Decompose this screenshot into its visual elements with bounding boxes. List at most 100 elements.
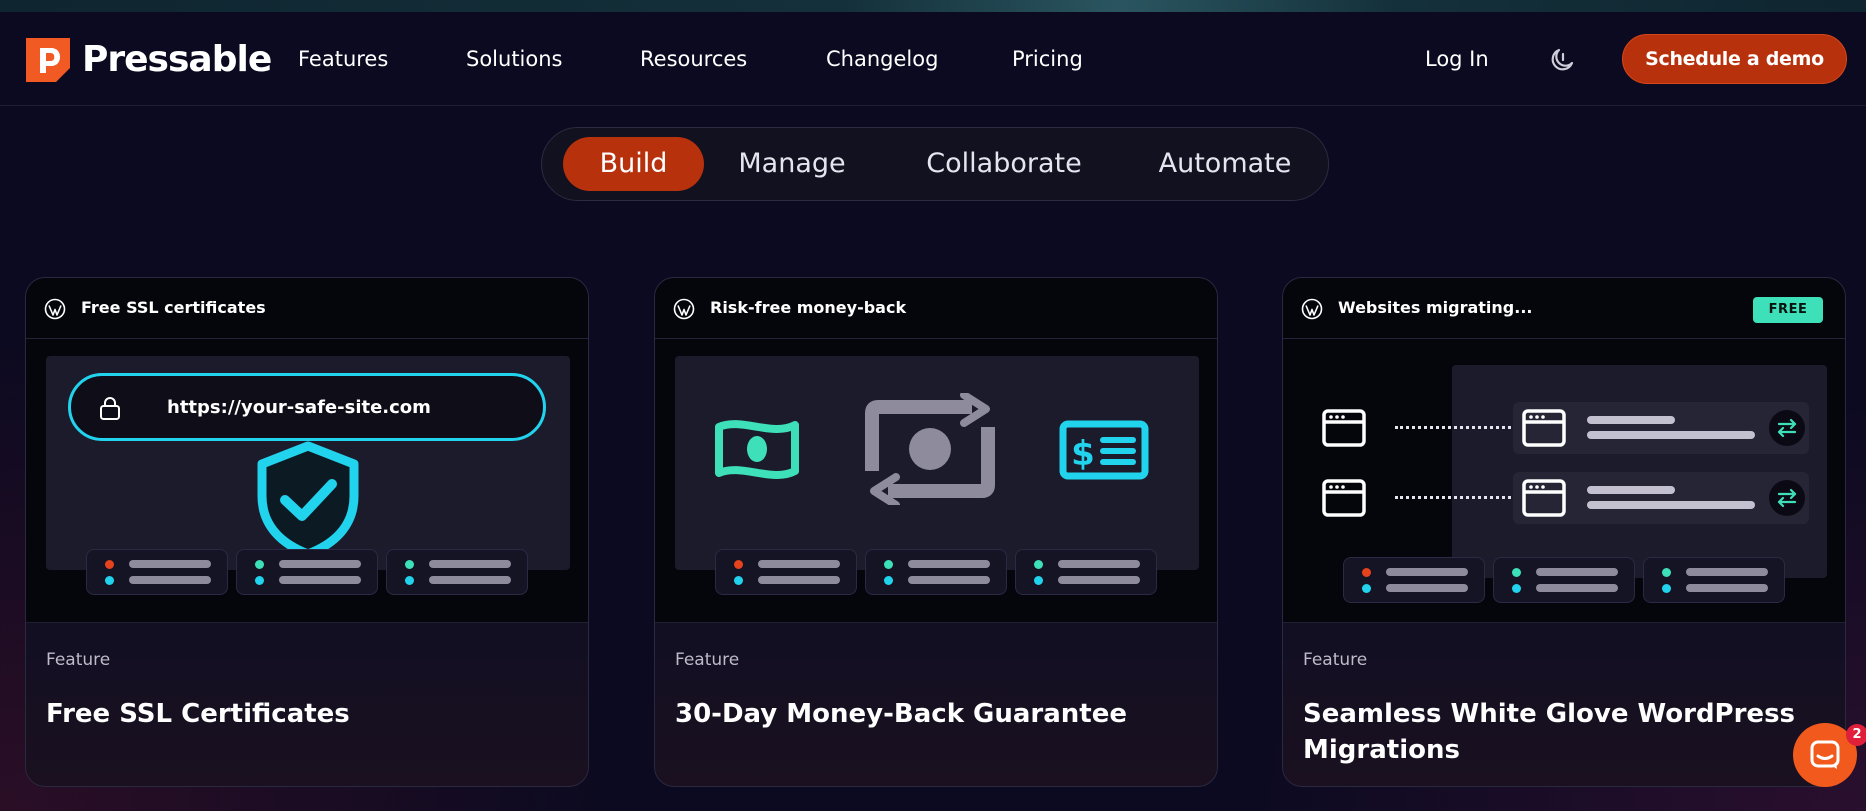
placeholder-line <box>1587 486 1675 494</box>
migration-row <box>1513 472 1809 524</box>
logo-wordmark: Pressable <box>82 39 272 80</box>
status-dot <box>734 560 743 569</box>
chat-unread-badge: 2 <box>1846 724 1866 746</box>
status-dot <box>405 576 414 585</box>
placeholder-line <box>1587 501 1755 509</box>
card-title: Free SSL Certificates <box>46 699 350 729</box>
placeholder-line <box>129 560 211 568</box>
nav-item-solutions[interactable]: Solutions <box>466 44 563 74</box>
swap-arrows-icon <box>1769 410 1805 446</box>
schedule-demo-button[interactable]: Schedule a demo <box>1622 34 1847 84</box>
card-header-title: Free SSL certificates <box>81 298 266 317</box>
card-visual: Websites migrating... FREE <box>1283 278 1845 623</box>
placeholder-line <box>279 576 361 584</box>
site-header: Pressable Features Solutions Resources C… <box>0 12 1866 106</box>
logo[interactable]: Pressable <box>26 38 272 82</box>
placeholder-line <box>1536 584 1618 592</box>
pressable-logo-icon <box>26 38 70 82</box>
status-dot <box>105 560 114 569</box>
tab-automate[interactable]: Automate <box>1130 137 1320 191</box>
status-dot <box>884 576 893 585</box>
status-dot <box>1512 584 1521 593</box>
chat-icon <box>1810 740 1840 769</box>
status-dot <box>884 560 893 569</box>
status-dot <box>1662 584 1671 593</box>
status-dot <box>255 560 264 569</box>
placeholder-line <box>129 576 211 584</box>
placeholder-line <box>1058 576 1140 584</box>
placeholder-line <box>1686 568 1768 576</box>
top-accent-bar <box>0 0 1866 12</box>
placeholder-line <box>429 576 511 584</box>
card-eyebrow: Feature <box>46 650 111 670</box>
status-dot <box>255 576 264 585</box>
shield-check-icon <box>257 441 359 559</box>
nav-item-pricing[interactable]: Pricing <box>1012 44 1083 74</box>
svg-text:$: $ <box>1071 434 1095 474</box>
server-block <box>715 549 857 595</box>
status-dot <box>734 576 743 585</box>
browser-window-icon <box>1322 479 1366 517</box>
moon-icon[interactable] <box>1549 45 1577 73</box>
placeholder-line <box>1386 568 1468 576</box>
tab-build[interactable]: Build <box>563 137 704 191</box>
wordpress-icon <box>1301 298 1323 320</box>
free-badge: FREE <box>1753 297 1823 323</box>
lock-icon <box>100 397 120 420</box>
url-text: https://your-safe-site.com <box>167 397 431 418</box>
status-dot <box>1362 584 1371 593</box>
server-block <box>386 549 528 595</box>
placeholder-line <box>908 576 990 584</box>
wordpress-icon <box>673 298 695 320</box>
card-eyebrow: Feature <box>1303 650 1368 670</box>
placeholder-line <box>1058 560 1140 568</box>
status-dot <box>1034 576 1043 585</box>
server-block <box>865 549 1007 595</box>
feature-card-migrations[interactable]: Websites migrating... FREE Feature Seaml… <box>1282 277 1846 787</box>
card-title: Seamless White Glove WordPress Migration… <box>1303 699 1796 765</box>
placeholder-line <box>1587 431 1755 439</box>
migration-row <box>1513 402 1809 454</box>
exchange-arrows-icon <box>865 393 995 505</box>
placeholder-line <box>429 560 511 568</box>
tab-collaborate[interactable]: Collaborate <box>904 137 1104 191</box>
wordpress-icon <box>44 298 66 320</box>
nav-item-resources[interactable]: Resources <box>640 44 747 74</box>
server-block <box>1343 557 1485 603</box>
nav-item-features[interactable]: Features <box>298 44 388 74</box>
status-dot <box>1034 560 1043 569</box>
status-dot <box>1662 568 1671 577</box>
tab-manage[interactable]: Manage <box>722 137 862 191</box>
server-block <box>1015 549 1157 595</box>
status-dot <box>1362 568 1371 577</box>
browser-window-icon <box>1522 409 1566 447</box>
card-header-title: Websites migrating... <box>1338 298 1533 317</box>
login-link[interactable]: Log In <box>1425 44 1489 74</box>
nav-item-changelog[interactable]: Changelog <box>826 44 938 74</box>
card-header: Free SSL certificates <box>26 278 588 339</box>
money-icon <box>715 420 799 479</box>
placeholder-line <box>908 560 990 568</box>
dollar-bill-icon: $ <box>1059 420 1149 480</box>
migration-dotted-line <box>1395 426 1511 429</box>
browser-window-icon <box>1322 409 1366 447</box>
swap-arrows-icon <box>1769 480 1805 516</box>
card-eyebrow: Feature <box>675 650 740 670</box>
server-block <box>86 549 228 595</box>
server-block <box>1493 557 1635 603</box>
feature-tabs: Build Manage Collaborate Automate <box>541 127 1329 201</box>
feature-card-ssl[interactable]: Free SSL certificates https://your-safe-… <box>25 277 589 787</box>
placeholder-line <box>1536 568 1618 576</box>
card-title: 30-Day Money-Back Guarantee <box>675 699 1128 729</box>
url-bar: https://your-safe-site.com <box>68 373 546 441</box>
placeholder-line <box>758 560 840 568</box>
placeholder-line <box>279 560 361 568</box>
card-header-title: Risk-free money-back <box>710 298 907 317</box>
status-dot <box>405 560 414 569</box>
migration-dotted-line <box>1395 496 1511 499</box>
feature-card-money-back[interactable]: Risk-free money-back $ Feature 30-Day Mo… <box>654 277 1218 787</box>
card-visual: Free SSL certificates https://your-safe-… <box>26 278 588 623</box>
card-header: Risk-free money-back <box>655 278 1217 339</box>
placeholder-line <box>1587 416 1675 424</box>
server-block <box>1643 557 1785 603</box>
